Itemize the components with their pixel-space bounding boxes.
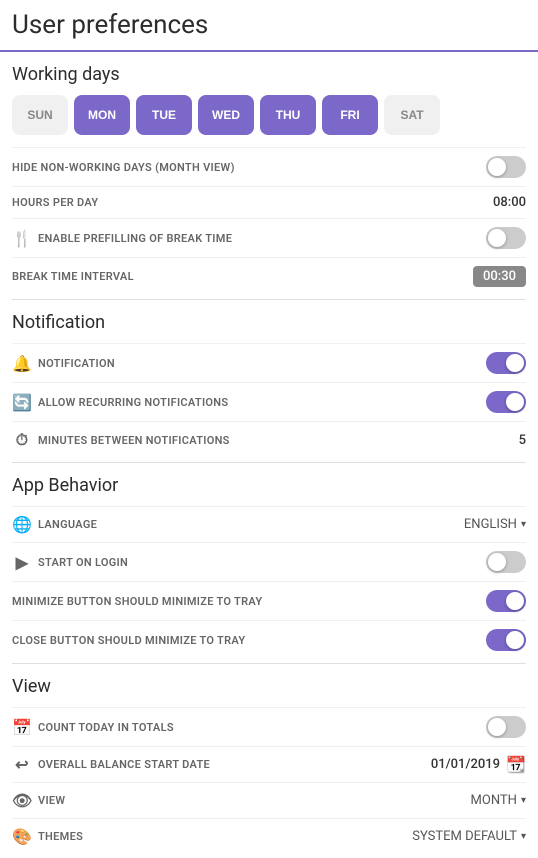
- minimize-tray-row: MINIMIZE BUTTON SHOULD MINIMIZE TO TRAY: [12, 581, 526, 620]
- themes-value: SYSTEM DEFAULT: [412, 829, 517, 844]
- language-row: 🌐 LANGUAGE ENGLISH ▾: [12, 506, 526, 542]
- themes-dropdown-arrow: ▾: [521, 831, 526, 842]
- start-on-login-toggle[interactable]: [486, 551, 526, 573]
- hours-per-day-value: 08:00: [493, 195, 526, 210]
- minutes-between-label: ⏱ MINUTES BETWEEN NOTIFICATIONS: [12, 430, 230, 450]
- view-section: View 📅 COUNT TODAY IN TOTALS ↩ OVERALL B…: [0, 664, 538, 858]
- enable-break-toggle[interactable]: [486, 227, 526, 249]
- view-label: 👁 VIEW: [12, 791, 65, 810]
- app-behavior-section: App Behavior 🌐 LANGUAGE ENGLISH ▾ ▶ STAR…: [0, 463, 538, 663]
- working-days-section: Working days SUN MON TUE WED THU FRI SAT…: [0, 52, 538, 299]
- balance-icon: ↩: [12, 755, 32, 774]
- minutes-between-value: 5: [519, 433, 526, 448]
- recurring-icon: 🔄: [12, 393, 32, 412]
- count-today-label: 📅 COUNT TODAY IN TOTALS: [12, 718, 174, 737]
- themes-row: 🎨 THEMES SYSTEM DEFAULT ▾: [12, 818, 526, 854]
- language-dropdown-arrow: ▾: [521, 519, 526, 530]
- timer-icon: ⏱: [12, 430, 32, 450]
- view-heading: View: [12, 676, 526, 697]
- fork-knife-icon: 🍴: [12, 229, 32, 248]
- enable-break-row: 🍴 ENABLE PREFILLING OF BREAK TIME: [12, 218, 526, 257]
- break-time-interval-row: BREAK TIME INTERVAL 00:30: [12, 257, 526, 295]
- app-behavior-heading: App Behavior: [12, 475, 526, 496]
- break-time-interval-value: 00:30: [473, 266, 526, 287]
- themes-dropdown[interactable]: SYSTEM DEFAULT ▾: [412, 829, 526, 844]
- working-days-heading: Working days: [12, 64, 526, 85]
- balance-start-value: 01/01/2019: [431, 757, 500, 772]
- language-value: ENGLISH: [464, 517, 517, 532]
- enable-break-label: 🍴 ENABLE PREFILLING OF BREAK TIME: [12, 229, 232, 248]
- view-dropdown[interactable]: MONTH ▾: [471, 793, 526, 808]
- hide-non-working-row: HIDE NON-WORKING DAYS (MONTH VIEW): [12, 147, 526, 186]
- day-sat[interactable]: SAT: [384, 95, 440, 135]
- balance-start-row: ↩ OVERALL BALANCE START DATE 01/01/2019 …: [12, 746, 526, 782]
- break-time-interval-label: BREAK TIME INTERVAL: [12, 270, 134, 283]
- balance-calendar-icon[interactable]: 📆: [506, 755, 526, 774]
- day-sun[interactable]: SUN: [12, 95, 68, 135]
- day-fri[interactable]: FRI: [322, 95, 378, 135]
- bell-icon: 🔔: [12, 354, 32, 373]
- globe-icon: 🌐: [12, 515, 32, 534]
- view-value: MONTH: [471, 793, 517, 808]
- language-dropdown[interactable]: ENGLISH ▾: [464, 517, 526, 532]
- count-today-row: 📅 COUNT TODAY IN TOTALS: [12, 707, 526, 746]
- themes-icon: 🎨: [12, 827, 32, 846]
- day-mon[interactable]: MON: [74, 95, 130, 135]
- hours-per-day-row: HOURS PER DAY 08:00: [12, 186, 526, 218]
- day-buttons-row: SUN MON TUE WED THU FRI SAT: [12, 95, 526, 135]
- notification-label: 🔔 NOTIFICATION: [12, 354, 115, 373]
- hide-non-working-label: HIDE NON-WORKING DAYS (MONTH VIEW): [12, 161, 235, 174]
- notification-heading: Notification: [12, 312, 526, 333]
- hours-per-day-label: HOURS PER DAY: [12, 196, 98, 209]
- day-thu[interactable]: THU: [260, 95, 316, 135]
- notification-toggle[interactable]: [486, 352, 526, 374]
- view-row: 👁 VIEW MONTH ▾: [12, 782, 526, 818]
- start-on-login-label: ▶ START ON LOGIN: [12, 553, 128, 572]
- allow-recurring-row: 🔄 ALLOW RECURRING NOTIFICATIONS: [12, 382, 526, 421]
- allow-recurring-label: 🔄 ALLOW RECURRING NOTIFICATIONS: [12, 393, 228, 412]
- minutes-between-row: ⏱ MINUTES BETWEEN NOTIFICATIONS 5: [12, 421, 526, 458]
- minimize-tray-toggle[interactable]: [486, 590, 526, 612]
- minimize-tray-label: MINIMIZE BUTTON SHOULD MINIMIZE TO TRAY: [12, 595, 262, 608]
- count-today-toggle[interactable]: [486, 716, 526, 738]
- play-icon: ▶: [12, 553, 32, 572]
- close-tray-label: CLOSE BUTTON SHOULD MINIMIZE TO TRAY: [12, 634, 245, 647]
- close-tray-toggle[interactable]: [486, 629, 526, 651]
- allow-recurring-toggle[interactable]: [486, 391, 526, 413]
- day-wed[interactable]: WED: [198, 95, 254, 135]
- start-on-login-row: ▶ START ON LOGIN: [12, 542, 526, 581]
- language-label: 🌐 LANGUAGE: [12, 515, 97, 534]
- balance-start-label: ↩ OVERALL BALANCE START DATE: [12, 755, 210, 774]
- themes-label: 🎨 THEMES: [12, 827, 83, 846]
- notification-section: Notification 🔔 NOTIFICATION 🔄 ALLOW RECU…: [0, 300, 538, 462]
- calendar-check-icon: 📅: [12, 718, 32, 737]
- page-title: User preferences: [0, 0, 538, 52]
- eye-icon: 👁: [12, 791, 32, 810]
- hide-non-working-toggle[interactable]: [486, 156, 526, 178]
- view-dropdown-arrow: ▾: [521, 795, 526, 806]
- day-tue[interactable]: TUE: [136, 95, 192, 135]
- close-tray-row: CLOSE BUTTON SHOULD MINIMIZE TO TRAY: [12, 620, 526, 659]
- notification-row: 🔔 NOTIFICATION: [12, 343, 526, 382]
